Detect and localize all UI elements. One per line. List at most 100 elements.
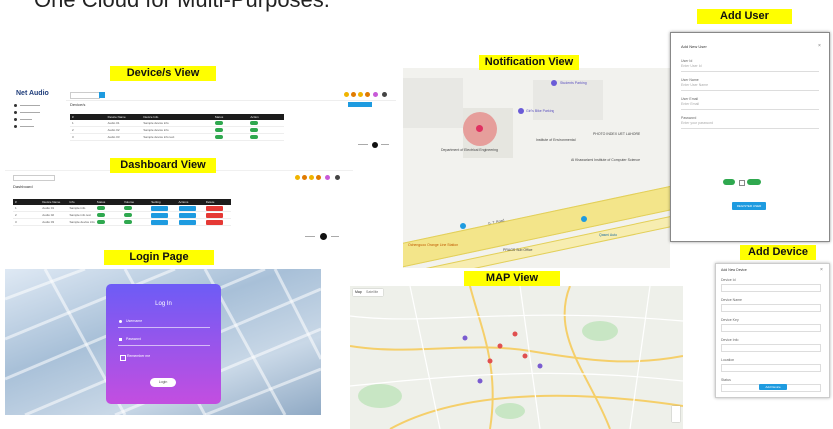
- delete-button-shape[interactable]: [205, 219, 223, 225]
- sidebar-dot-icon: [14, 125, 17, 128]
- action-toggle[interactable]: [248, 134, 284, 140]
- delete-button[interactable]: [204, 219, 231, 225]
- status-toggle[interactable]: [213, 127, 249, 133]
- delete-button[interactable]: [204, 205, 231, 211]
- action-toggle[interactable]: [248, 127, 284, 133]
- sidebar-item-dashboard[interactable]: [14, 104, 49, 107]
- add-user-title: Add New User: [681, 44, 707, 49]
- setting-button[interactable]: [149, 205, 176, 211]
- place-environmental: Institute of Environmental: [536, 138, 576, 142]
- status-toggle[interactable]: [95, 205, 122, 211]
- status-toggle[interactable]: [95, 219, 122, 225]
- role-toggle-checkbox[interactable]: [739, 180, 745, 186]
- toggle-icon[interactable]: [250, 135, 259, 140]
- add-device-button-label: Add Device: [765, 385, 781, 389]
- password-field[interactable]: Password: [118, 336, 210, 346]
- blue-button-shape[interactable]: [151, 205, 169, 211]
- table-cell: 1: [72, 121, 74, 125]
- notification-map-screenshot: Students Parking Girl's Bike Parking Dep…: [403, 68, 670, 268]
- remember-checkbox[interactable]: [120, 355, 126, 361]
- close-icon[interactable]: ×: [820, 267, 823, 273]
- setting-button[interactable]: [149, 219, 176, 225]
- delete-button[interactable]: [204, 212, 231, 218]
- blue-button-shape[interactable]: [151, 219, 169, 225]
- status-toggle[interactable]: [213, 134, 249, 140]
- blue-button-shape[interactable]: [178, 205, 196, 211]
- toggle-icon[interactable]: [250, 121, 259, 126]
- table-cell: 1: [15, 206, 17, 210]
- zoom-control[interactable]: [672, 406, 680, 422]
- place-electrical-engineering: Department of Electrical Engineering: [441, 148, 499, 152]
- dashboard-view-screenshot: Dashboard # Device Name Info Status Volume Se…: [5, 170, 353, 243]
- device-field-input[interactable]: [721, 304, 821, 312]
- status-toggle[interactable]: [95, 212, 122, 218]
- toggle-icon[interactable]: [96, 220, 105, 225]
- dashboard-pagination[interactable]: [305, 233, 349, 240]
- toggle-icon[interactable]: [250, 128, 259, 133]
- role-toggle-admin[interactable]: [747, 179, 761, 185]
- volume-toggle[interactable]: [122, 212, 149, 218]
- toggle-icon[interactable]: [96, 213, 105, 218]
- setting-button[interactable]: [149, 212, 176, 218]
- sidebar-item-users[interactable]: [14, 125, 49, 128]
- user-email-input[interactable]: Enter Email: [681, 102, 819, 107]
- toggle-icon[interactable]: [96, 206, 105, 211]
- login-button[interactable]: Login: [150, 378, 176, 387]
- user-id-input[interactable]: Enter User Id: [681, 64, 819, 69]
- dashboard-search-input[interactable]: [13, 175, 55, 181]
- toggle-icon[interactable]: [124, 220, 132, 225]
- notification-icons[interactable]: [344, 92, 389, 98]
- field-label: Device Id: [721, 278, 736, 282]
- volume-toggle[interactable]: [122, 219, 149, 225]
- table-cell: Audio 02: [107, 128, 120, 132]
- toggle-icon[interactable]: [214, 121, 223, 126]
- notification-marker-icon[interactable]: [476, 125, 483, 132]
- toggle-icon[interactable]: [124, 213, 132, 218]
- sidebar-item-map[interactable]: [14, 118, 49, 121]
- toggle-icon[interactable]: [214, 135, 223, 140]
- login-page-screenshot: Log In Username Password Remember me Log…: [5, 269, 321, 415]
- device-field-input[interactable]: [721, 344, 821, 352]
- devices-pagination[interactable]: [358, 142, 398, 148]
- device-field-input[interactable]: [721, 284, 821, 292]
- blue-button-shape[interactable]: [178, 219, 196, 225]
- action-toggle[interactable]: [248, 120, 284, 126]
- password-input[interactable]: Enter your password: [681, 121, 819, 126]
- dashboard-icons[interactable]: [295, 175, 345, 181]
- devices-search-button[interactable]: [99, 92, 105, 98]
- role-toggle-user[interactable]: [723, 179, 735, 185]
- place-orange-line: Ochenguoo Orange Line Station: [408, 243, 459, 247]
- action-button[interactable]: [177, 219, 204, 225]
- blue-button-shape[interactable]: [151, 212, 169, 218]
- label-map-view: MAP View: [464, 271, 560, 286]
- toggle-icon[interactable]: [124, 206, 132, 211]
- device-field-input[interactable]: [721, 324, 821, 332]
- add-device-button[interactable]: Add Device: [759, 384, 787, 390]
- delete-button-shape[interactable]: [205, 205, 223, 211]
- table-row: 1 Audio 01 Sample device info: [70, 120, 284, 127]
- map-pin-icon[interactable]: [460, 223, 466, 229]
- action-button[interactable]: [177, 212, 204, 218]
- toggle-icon[interactable]: [214, 128, 223, 133]
- add-user-fields: User Id Enter User Id User Name Enter Us…: [681, 59, 819, 135]
- close-icon[interactable]: ×: [818, 43, 821, 49]
- table-row: 1 Audio 01 Sample info: [13, 205, 231, 212]
- register-user-button[interactable]: REGISTER USER: [732, 202, 766, 210]
- map-pin-icon[interactable]: [581, 216, 587, 222]
- volume-toggle[interactable]: [122, 205, 149, 211]
- sidebar-item-devices[interactable]: [14, 111, 49, 114]
- devices-search-input[interactable]: [70, 92, 100, 99]
- blue-button-shape[interactable]: [178, 212, 196, 218]
- add-device-button[interactable]: [348, 102, 372, 107]
- username-field[interactable]: Username: [118, 318, 210, 328]
- map-pin-icon[interactable]: [518, 108, 524, 114]
- table-row: 2 Audio 02 Sample info text: [13, 212, 231, 219]
- user-name-input[interactable]: Enter User Name: [681, 83, 819, 88]
- action-button[interactable]: [177, 205, 204, 211]
- place-qasmi-auto: Qasmi Auto: [599, 233, 618, 237]
- map-pin-icon[interactable]: [551, 80, 557, 86]
- label-add-user: Add User: [697, 9, 792, 24]
- device-field-input[interactable]: [721, 364, 821, 372]
- status-toggle[interactable]: [213, 120, 249, 126]
- delete-button-shape[interactable]: [205, 212, 223, 218]
